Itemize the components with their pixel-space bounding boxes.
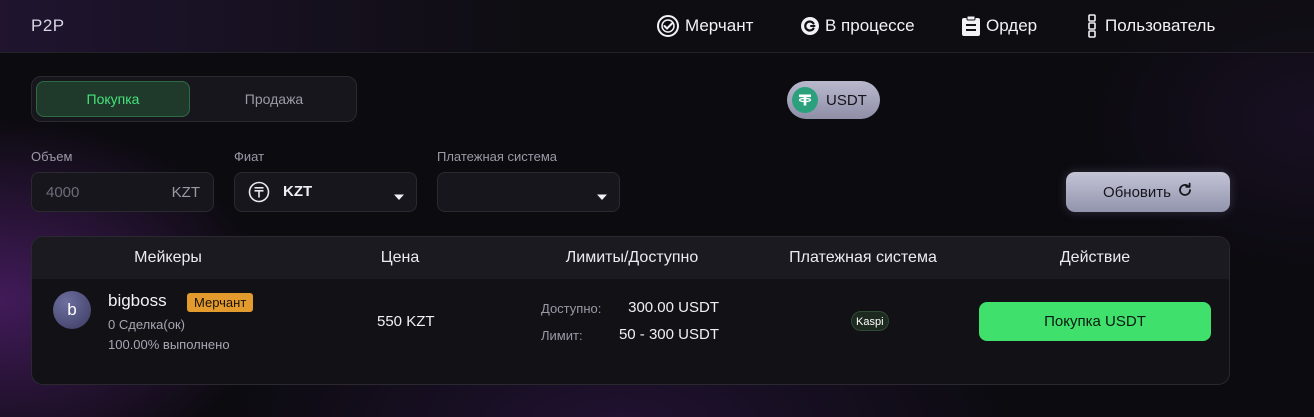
fiat-selected-value: KZT [283,183,313,200]
nav-item-order[interactable]: Ордер [961,14,1037,38]
nav-item-in-progress[interactable]: В процессе [800,14,915,38]
payment-method-badge: Kaspi [851,311,889,331]
table-header: Мейкеры Цена Лимиты/Доступно Платежная с… [32,237,1229,279]
column-header-action: Действие [1059,249,1131,266]
amount-label: Объем [31,149,73,164]
column-header-limits: Лимиты/Доступно [565,249,699,266]
refresh-icon [1177,182,1193,202]
nav-item-merchant[interactable]: Мерчант [656,14,753,38]
nav-label-in-progress: В процессе [825,16,915,35]
column-header-makers: Мейкеры [134,249,202,266]
offer-price: 550 KZT [377,313,435,330]
refresh-button[interactable]: Обновить [1066,172,1230,212]
coin-label: USDT [826,91,867,109]
amount-field: KZT [31,172,214,212]
tenge-icon [248,181,270,208]
nav-label-merchant: Мерчант [685,16,754,35]
buy-usdt-button[interactable]: Покупка USDT [979,302,1211,341]
available-value: 300.00 USDT [628,299,719,316]
buy-tab[interactable]: Покупка [36,81,190,117]
nav-label-order: Ордер [986,16,1038,35]
brand-logo[interactable]: P2P [31,16,65,36]
maker-completion-rate: 100.00% выполнено [108,337,230,352]
fiat-select[interactable]: KZT [234,172,417,212]
merchant-badge-icon [656,14,680,38]
maker-deals-count: 0 Сделка(ок) [108,317,185,332]
nav-label-user: Пользователь [1105,16,1216,35]
payment-system-select[interactable] [437,172,620,212]
maker-name[interactable]: bigboss [108,291,167,311]
available-label: Доступно: [541,301,602,316]
order-icon [961,15,981,37]
limit-value: 50 - 300 USDT [618,326,719,343]
limit-label: Лимит: [541,328,583,343]
trade-type-toggle: Покупка Продажа [31,76,357,122]
user-icon [1086,14,1100,38]
column-header-price: Цена [380,249,420,266]
fiat-label: Фиат [234,149,265,164]
refresh-label: Обновить [1103,183,1171,201]
offers-table: Мейкеры Цена Лимиты/Доступно Платежная с… [31,236,1230,385]
in-progress-icon [800,16,820,36]
top-navigation-bar: P2P Мерчант В процессе Ордер Пользовател… [0,0,1314,53]
amount-unit: KZT [171,184,200,201]
nav-item-user[interactable]: Пользователь [1086,14,1215,38]
column-header-payment-system: Платежная система [789,249,937,266]
amount-input[interactable] [44,183,158,202]
merchant-badge: Мерчант [187,293,254,312]
payment-system-label: Платежная система [437,149,557,164]
chevron-down-icon [394,188,404,206]
sell-tab[interactable]: Продажа [197,81,351,117]
avatar: b [53,291,91,329]
tether-icon [792,87,818,113]
chevron-down-icon [597,188,607,206]
coin-selector-usdt[interactable]: USDT [787,81,880,119]
